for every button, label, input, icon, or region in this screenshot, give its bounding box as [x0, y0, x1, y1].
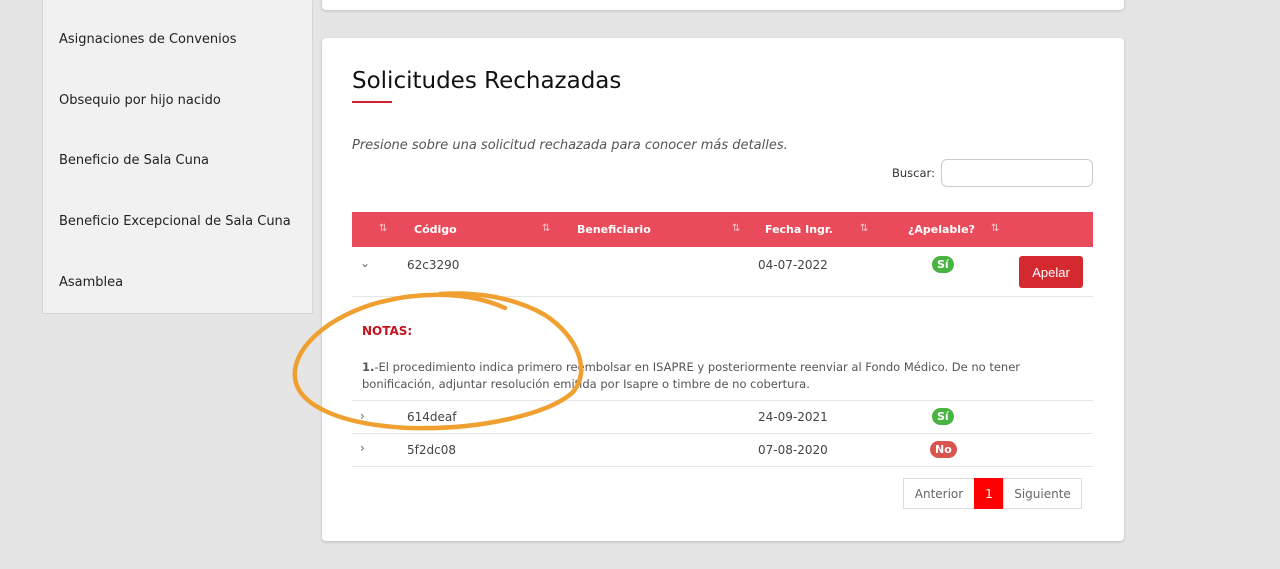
row-date: 24-09-2021	[758, 410, 828, 424]
sidebar-item-sala-cuna[interactable]: Beneficio de Sala Cuna	[59, 153, 209, 168]
row-code: 614deaf	[407, 410, 457, 424]
row-date: 04-07-2022	[758, 258, 828, 272]
apelar-button[interactable]: Apelar	[1019, 256, 1083, 288]
sort-icon[interactable]: ⇅	[542, 223, 550, 234]
sort-icon[interactable]: ⇅	[379, 223, 387, 234]
column-header-apelable[interactable]: ¿Apelable?	[908, 223, 975, 236]
rejected-requests-card: Solicitudes Rechazadas Presione sobre un…	[322, 38, 1124, 541]
sort-icon[interactable]: ⇅	[860, 223, 868, 234]
pagination-page-1[interactable]: 1	[974, 478, 1004, 509]
previous-card	[322, 0, 1124, 10]
title-underline	[352, 101, 392, 103]
status-badge: Sí	[932, 256, 954, 273]
row-date: 07-08-2020	[758, 443, 828, 457]
chevron-down-icon[interactable]: ⌄	[360, 256, 370, 270]
chevron-right-icon[interactable]: ›	[360, 441, 365, 455]
chevron-right-icon[interactable]: ›	[360, 409, 365, 423]
row-code: 5f2dc08	[407, 443, 456, 457]
sidebar-item-obsequio-hijo[interactable]: Obsequio por hijo nacido	[59, 93, 221, 108]
search-label: Buscar:	[892, 166, 935, 180]
sidebar: Asignaciones de Convenios Obsequio por h…	[42, 0, 313, 314]
hint-text: Presione sobre una solicitud rechazada p…	[352, 138, 788, 153]
notes-title: NOTAS:	[362, 324, 413, 338]
page-title: Solicitudes Rechazadas	[352, 68, 622, 94]
pagination-next-button[interactable]: Siguiente	[1003, 478, 1082, 509]
table-row[interactable]: › 5f2dc08 07-08-2020 No	[352, 434, 1093, 467]
pagination-previous-button[interactable]: Anterior	[903, 478, 975, 509]
row-code: 62c3290	[407, 258, 460, 272]
sidebar-item-asignaciones-convenios[interactable]: Asignaciones de Convenios	[59, 32, 237, 47]
table-row[interactable]: ⌄ 62c3290 04-07-2022 Sí Apelar	[352, 247, 1093, 297]
status-badge: No	[930, 441, 957, 458]
notes-body: -El procedimiento indica primero reembol…	[362, 360, 1021, 391]
sort-icon[interactable]: ⇅	[732, 223, 740, 234]
notes-text: 1.-El procedimiento indica primero reemb…	[362, 359, 1092, 393]
sidebar-item-sala-cuna-excepcional[interactable]: Beneficio Excepcional de Sala Cuna	[59, 214, 291, 229]
column-header-codigo[interactable]: Código	[414, 223, 457, 236]
status-badge: Sí	[932, 408, 954, 425]
sort-icon[interactable]: ⇅	[991, 223, 999, 234]
table-header: ⇅ Código ⇅ Beneficiario ⇅ Fecha Ingr. ⇅ …	[352, 212, 1093, 247]
column-header-fecha[interactable]: Fecha Ingr.	[765, 223, 833, 236]
table-row[interactable]: › 614deaf 24-09-2021 Sí	[352, 400, 1093, 434]
search-input[interactable]	[941, 159, 1093, 187]
notes-number: 1.	[362, 360, 375, 374]
sidebar-item-asamblea[interactable]: Asamblea	[59, 275, 123, 290]
column-header-beneficiario[interactable]: Beneficiario	[577, 223, 651, 236]
